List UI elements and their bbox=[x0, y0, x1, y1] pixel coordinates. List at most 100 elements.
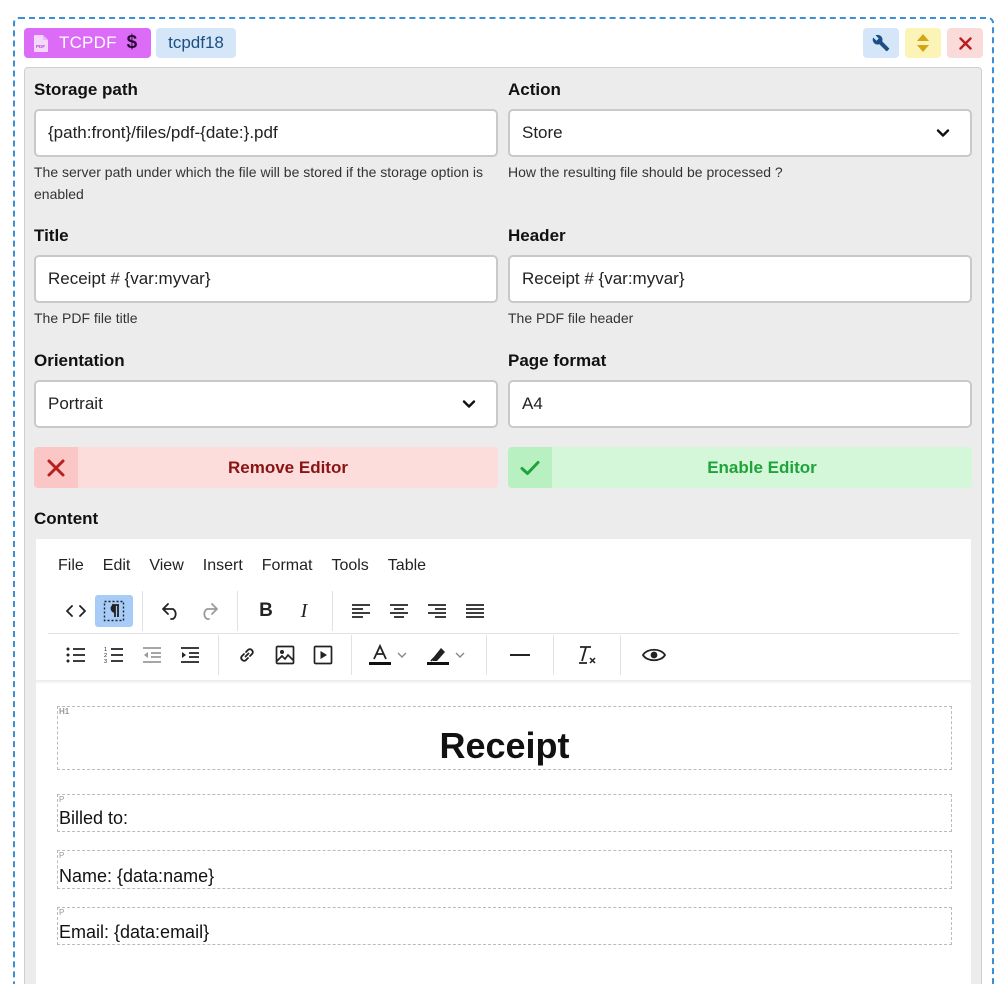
align-right-button[interactable] bbox=[418, 595, 456, 627]
sort-icon bbox=[917, 34, 929, 52]
redo-icon bbox=[203, 603, 218, 620]
content-paragraph[interactable]: P Name: {data:name} bbox=[57, 850, 952, 889]
header-input[interactable]: Receipt # {var:myvar} bbox=[508, 255, 972, 303]
outdent-button[interactable] bbox=[133, 639, 171, 671]
preview-button[interactable] bbox=[635, 639, 673, 671]
menu-table[interactable]: Table bbox=[388, 557, 426, 575]
editor-toolbar-row-1: B I bbox=[48, 591, 503, 631]
chevron-down-icon bbox=[936, 129, 950, 137]
italic-button[interactable]: I bbox=[285, 595, 323, 627]
block-type-badge[interactable]: PDF TCPDF $ bbox=[24, 28, 151, 58]
svg-text:3: 3 bbox=[104, 659, 107, 664]
editor-menubar: File Edit View Insert Format Tools Table bbox=[58, 557, 445, 575]
block-header: PDF TCPDF $ tcpdf18 bbox=[24, 28, 983, 58]
numbered-list-button[interactable]: 123 bbox=[95, 639, 133, 671]
media-button[interactable] bbox=[304, 639, 342, 671]
action-select[interactable]: Store bbox=[508, 109, 972, 157]
justify-button[interactable] bbox=[456, 595, 494, 627]
page-format-value: A4 bbox=[522, 394, 543, 413]
enable-editor-button[interactable]: Enable Editor bbox=[508, 447, 972, 488]
clear-format-button[interactable] bbox=[568, 639, 606, 671]
show-blocks-button[interactable] bbox=[95, 595, 133, 627]
page-format-input[interactable]: A4 bbox=[508, 380, 972, 428]
bold-button[interactable]: B bbox=[247, 595, 285, 627]
menu-format[interactable]: Format bbox=[262, 557, 313, 575]
wrench-icon bbox=[872, 34, 890, 52]
paragraph-text: Email: {data:email} bbox=[59, 922, 210, 942]
header-label: Header bbox=[508, 226, 566, 245]
block-tag: P bbox=[59, 851, 65, 860]
content-heading[interactable]: H1 Receipt bbox=[57, 706, 952, 770]
menu-view[interactable]: View bbox=[149, 557, 183, 575]
action-label: Action bbox=[508, 80, 561, 99]
title-value: Receipt # {var:myvar} bbox=[48, 269, 211, 288]
header-help: The PDF file header bbox=[508, 310, 634, 326]
align-left-icon bbox=[352, 604, 370, 618]
italic-icon: I bbox=[300, 599, 308, 622]
chevron-down-icon bbox=[455, 652, 465, 658]
settings-button[interactable] bbox=[863, 28, 899, 58]
rich-text-editor: File Edit View Insert Format Tools Table bbox=[36, 539, 971, 984]
paragraph-text: Billed to: bbox=[59, 808, 129, 828]
image-button[interactable] bbox=[266, 639, 304, 671]
content-paragraph[interactable]: P Email: {data:email} bbox=[57, 907, 952, 945]
block-type-label: TCPDF bbox=[59, 33, 117, 52]
title-label: Title bbox=[34, 226, 69, 245]
text-color-button[interactable] bbox=[361, 639, 419, 671]
bold-icon: B bbox=[259, 600, 273, 621]
text-color-icon bbox=[369, 644, 391, 665]
storage-path-value: {path:front}/files/pdf-{date:}.pdf bbox=[48, 123, 278, 142]
storage-path-label: Storage path bbox=[34, 80, 138, 99]
justify-icon bbox=[466, 604, 484, 618]
image-icon bbox=[275, 645, 295, 665]
block-tag: H1 bbox=[59, 707, 70, 716]
bullet-list-button[interactable] bbox=[57, 639, 95, 671]
remove-editor-label: Remove Editor bbox=[228, 457, 348, 477]
undo-button[interactable] bbox=[152, 595, 190, 627]
align-center-icon bbox=[390, 604, 408, 618]
content-label: Content bbox=[34, 509, 99, 528]
align-right-icon bbox=[428, 604, 446, 618]
orientation-label: Orientation bbox=[34, 351, 125, 370]
highlight-button[interactable] bbox=[419, 639, 477, 671]
orientation-select[interactable]: Portrait bbox=[34, 380, 498, 428]
block-tag: P bbox=[59, 795, 65, 804]
preview-icon bbox=[642, 648, 666, 662]
menu-tools[interactable]: Tools bbox=[331, 557, 368, 575]
remove-editor-button[interactable]: Remove Editor bbox=[34, 447, 498, 488]
heading-text: Receipt bbox=[439, 725, 570, 766]
chevron-down-icon bbox=[462, 400, 476, 408]
storage-path-input[interactable]: {path:front}/files/pdf-{date:}.pdf bbox=[34, 109, 498, 157]
horizontal-line-button[interactable] bbox=[501, 639, 539, 671]
orientation-value: Portrait bbox=[48, 394, 103, 413]
menu-insert[interactable]: Insert bbox=[203, 557, 243, 575]
editor-toolbar-row-2: 123 bbox=[48, 635, 687, 675]
title-input[interactable]: Receipt # {var:myvar} bbox=[34, 255, 498, 303]
block-tag: P bbox=[59, 908, 65, 917]
action-help: How the resulting file should be process… bbox=[508, 164, 783, 180]
page-format-label: Page format bbox=[508, 351, 607, 370]
x-icon bbox=[47, 459, 65, 476]
check-icon bbox=[520, 460, 540, 475]
redo-button[interactable] bbox=[190, 595, 228, 627]
undo-icon bbox=[162, 603, 177, 620]
storage-path-help: The server path under which the file wil… bbox=[34, 164, 484, 202]
menu-edit[interactable]: Edit bbox=[103, 557, 131, 575]
delete-button[interactable] bbox=[947, 28, 983, 58]
header-value: Receipt # {var:myvar} bbox=[522, 269, 685, 288]
align-center-button[interactable] bbox=[380, 595, 418, 627]
menu-file[interactable]: File bbox=[58, 557, 84, 575]
numbered-list-icon: 123 bbox=[104, 647, 123, 664]
align-left-button[interactable] bbox=[342, 595, 380, 627]
highlight-icon bbox=[427, 648, 449, 665]
block-name-badge[interactable]: tcpdf18 bbox=[156, 28, 236, 58]
move-button[interactable] bbox=[905, 28, 941, 58]
bullet-list-icon bbox=[66, 647, 85, 663]
source-code-button[interactable] bbox=[57, 595, 95, 627]
title-help: The PDF file title bbox=[34, 310, 138, 326]
clear-format-icon bbox=[579, 646, 596, 664]
paragraph-text: Name: {data:name} bbox=[59, 866, 215, 886]
link-button[interactable] bbox=[228, 639, 266, 671]
indent-button[interactable] bbox=[171, 639, 209, 671]
content-paragraph[interactable]: P Billed to: bbox=[57, 794, 952, 832]
